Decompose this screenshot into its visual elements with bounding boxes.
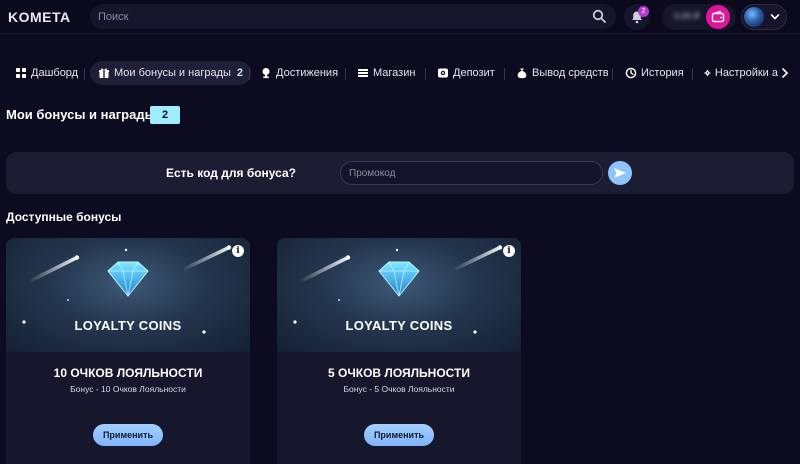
page-title: Мои бонусы и награды bbox=[6, 107, 156, 122]
info-icon[interactable]: i bbox=[232, 245, 244, 257]
tab-label: История bbox=[641, 67, 684, 79]
tab-achievements[interactable]: Достижения bbox=[260, 61, 338, 85]
tab-withdraw[interactable]: Вывод средств bbox=[516, 61, 609, 85]
balance-widget[interactable]: 0,00 ₽ bbox=[662, 4, 736, 30]
tab-settings[interactable]: Настройки а bbox=[704, 61, 778, 85]
bonus-card: LOYALTY COINS i 10 ОЧКОВ ЛОЯЛЬНОСТИ Бону… bbox=[6, 238, 250, 464]
bonus-description: Бонус - 5 Очков Лояльности bbox=[343, 384, 455, 394]
promo-code-panel: Есть код для бонуса? bbox=[6, 152, 794, 194]
avatar bbox=[744, 7, 764, 27]
brand-logo[interactable]: KOMETA bbox=[8, 9, 71, 25]
diamond-icon bbox=[293, 245, 503, 334]
money-bag-icon bbox=[517, 68, 527, 79]
tab-label: Дашборд bbox=[31, 67, 79, 79]
banner-title: LOYALTY COINS bbox=[345, 318, 453, 333]
promo-code-input[interactable] bbox=[340, 161, 603, 185]
search-box[interactable] bbox=[90, 4, 616, 29]
grid-icon bbox=[16, 68, 26, 78]
bonus-description: Бонус - 10 Очков Лояльности bbox=[70, 384, 186, 394]
bonus-banner: LOYALTY COINS i bbox=[277, 238, 521, 352]
tab-label: Мои бонусы и награды bbox=[114, 67, 231, 79]
bonus-count-badge: 2 bbox=[150, 106, 180, 124]
bonus-card: LOYALTY COINS i 5 ОЧКОВ ЛОЯЛЬНОСТИ Бонус… bbox=[277, 238, 521, 464]
notifications-button[interactable]: 2 bbox=[624, 4, 650, 30]
diamond-icon bbox=[22, 245, 232, 334]
tab-label: Магазин bbox=[373, 67, 416, 79]
apply-bonus-button[interactable]: Применить bbox=[364, 424, 434, 446]
gear-icon bbox=[704, 69, 711, 77]
tab-divider bbox=[345, 68, 346, 80]
tab-divider bbox=[84, 68, 85, 80]
tab-bonuses[interactable]: Мои бонусы и награды 2 bbox=[90, 61, 252, 85]
tab-divider bbox=[612, 68, 613, 80]
apply-bonus-button[interactable]: Применить bbox=[93, 424, 163, 446]
top-bar: KOMETA 2 0,00 ₽ bbox=[0, 0, 800, 34]
balance-amount: 0,00 ₽ bbox=[674, 11, 700, 21]
tab-divider bbox=[249, 68, 250, 80]
banner-title: LOYALTY COINS bbox=[74, 318, 182, 333]
wallet-icon bbox=[711, 10, 725, 23]
bonus-name: 10 ОЧКОВ ЛОЯЛЬНОСТИ bbox=[53, 366, 203, 380]
deposit-icon bbox=[438, 68, 448, 78]
bonus-name: 5 ОЧКОВ ЛОЯЛЬНОСТИ bbox=[327, 366, 471, 380]
tab-deposit[interactable]: Депозит bbox=[437, 61, 495, 85]
bonus-banner: LOYALTY COINS i bbox=[6, 238, 250, 352]
chevron-down-icon bbox=[770, 14, 780, 20]
section-title: Доступные бонусы bbox=[6, 210, 122, 224]
store-icon bbox=[358, 69, 368, 77]
trophy-icon bbox=[262, 68, 270, 79]
history-icon bbox=[625, 67, 637, 79]
tab-divider bbox=[692, 68, 693, 80]
gift-icon bbox=[99, 68, 109, 78]
wallet-button[interactable] bbox=[706, 5, 730, 29]
account-tabs: Дашборд Мои бонусы и награды 2 Достижени… bbox=[0, 58, 800, 88]
tab-label: Депозит bbox=[453, 67, 495, 79]
send-icon bbox=[614, 168, 626, 178]
tab-dashboard[interactable]: Дашборд bbox=[15, 61, 78, 85]
search-input[interactable] bbox=[98, 4, 578, 29]
tab-divider bbox=[504, 68, 505, 80]
tab-history[interactable]: История bbox=[625, 61, 684, 85]
tab-divider bbox=[425, 68, 426, 80]
chevron-right-icon[interactable] bbox=[778, 66, 792, 80]
promo-submit-button[interactable] bbox=[608, 161, 632, 185]
tab-label: Настройки а bbox=[714, 67, 778, 79]
notification-badge: 2 bbox=[638, 6, 649, 17]
tab-count-badge: 2 bbox=[236, 67, 244, 79]
tab-label: Достижения bbox=[276, 67, 339, 79]
tab-store[interactable]: Магазин bbox=[357, 61, 415, 85]
promo-label: Есть код для бонуса? bbox=[166, 166, 297, 180]
tab-label: Вывод средств bbox=[532, 67, 609, 79]
profile-menu-button[interactable] bbox=[741, 4, 787, 30]
info-icon[interactable]: i bbox=[503, 245, 515, 257]
search-icon[interactable] bbox=[592, 9, 606, 23]
